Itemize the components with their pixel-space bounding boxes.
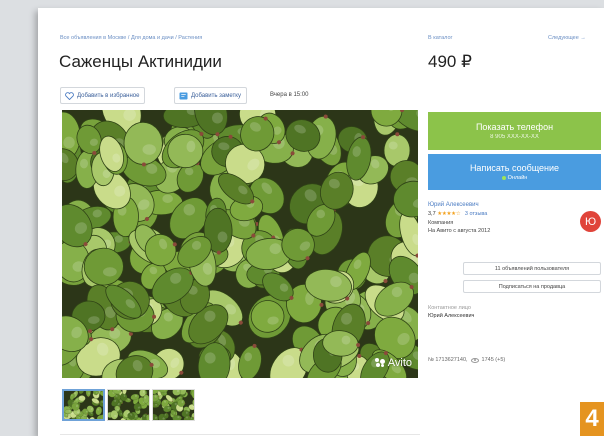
main-photo[interactable]: Avito xyxy=(62,110,418,378)
contact-name: Юрий Алексеевич xyxy=(428,313,475,319)
avatar[interactable]: Ю xyxy=(580,211,601,232)
avito-watermark: Avito xyxy=(374,357,412,369)
thumbnail-image xyxy=(153,390,194,420)
seller-since: На Авито с августа 2012 xyxy=(428,228,491,234)
show-phone-button[interactable]: Показать телефон 8 905 XXX-XX-XX xyxy=(428,112,601,150)
reviews-link[interactable]: 3 отзыва xyxy=(465,211,487,217)
contact-label: Контактное лицо xyxy=(428,305,471,311)
subscribe-button[interactable]: Подписаться на продавца xyxy=(463,280,601,293)
thumbnail-2[interactable] xyxy=(107,389,150,421)
online-status: Онлайн xyxy=(501,175,528,181)
seller-listings-button[interactable]: 11 объявлений пользователя xyxy=(463,262,601,275)
thumbnail-3[interactable] xyxy=(152,389,195,421)
listing-date: Вчера в 15:00 xyxy=(270,92,309,98)
eye-icon xyxy=(470,357,479,363)
kiwi-photo-image xyxy=(62,110,418,378)
send-message-button[interactable]: Написать сообщение Онлайн xyxy=(428,154,601,190)
avito-logo-icon xyxy=(374,358,385,368)
add-to-favorites-button[interactable]: Добавить в избранное xyxy=(60,87,146,104)
seller-name[interactable]: Юрий Алексеевич xyxy=(428,202,490,208)
thumbnail-1[interactable] xyxy=(62,389,105,421)
view-count: 1745 (+5) xyxy=(481,357,506,363)
show-phone-label: Показать телефон xyxy=(475,122,554,132)
add-note-button[interactable]: Добавить заметку xyxy=(174,87,247,104)
thumbnail-image xyxy=(108,390,149,420)
price: 490 ₽ xyxy=(428,52,472,71)
thumbnail-image xyxy=(64,391,103,419)
send-message-label: Написать сообщение xyxy=(469,163,560,173)
add-note-label: Добавить заметку xyxy=(191,92,241,99)
breadcrumb[interactable]: Все объявления в Москве / Для дома и дач… xyxy=(60,35,202,41)
add-to-favorites-label: Добавить в избранное xyxy=(77,92,140,99)
thumbnail-strip xyxy=(62,389,195,421)
listing-meta: № 1713627140, 1745 (+5) xyxy=(428,357,505,363)
divider xyxy=(60,434,420,435)
seller-info: Юрий Алексеевич 3,7 ★★★★☆ 3 отзыва Компа… xyxy=(428,202,490,234)
note-icon xyxy=(179,91,188,100)
heart-icon xyxy=(65,91,74,100)
online-dot-icon xyxy=(501,176,506,180)
rating-stars-icon: ★★★★☆ xyxy=(437,211,461,217)
listing-page: Все объявления в Москве / Для дома и дач… xyxy=(38,8,604,436)
figure-number-badge: 4 xyxy=(580,402,604,436)
contact-person: Контактное лицо Юрий Алексеевич xyxy=(428,305,474,319)
avito-watermark-label: Avito xyxy=(387,357,412,369)
masked-phone: 8 905 XXX-XX-XX xyxy=(490,134,539,140)
online-status-label: Онлайн xyxy=(507,175,528,181)
ad-number: № 1713627140, xyxy=(428,357,468,363)
catalog-link[interactable]: В каталог xyxy=(428,35,453,41)
seller-type: Компания xyxy=(428,220,454,226)
page-title: Саженцы Актинидии xyxy=(59,52,222,71)
next-listing-link[interactable]: Следующее → xyxy=(548,35,586,41)
rating-value: 3,7 xyxy=(428,211,436,217)
seller-rating: 3,7 ★★★★☆ 3 отзыва xyxy=(428,211,490,217)
